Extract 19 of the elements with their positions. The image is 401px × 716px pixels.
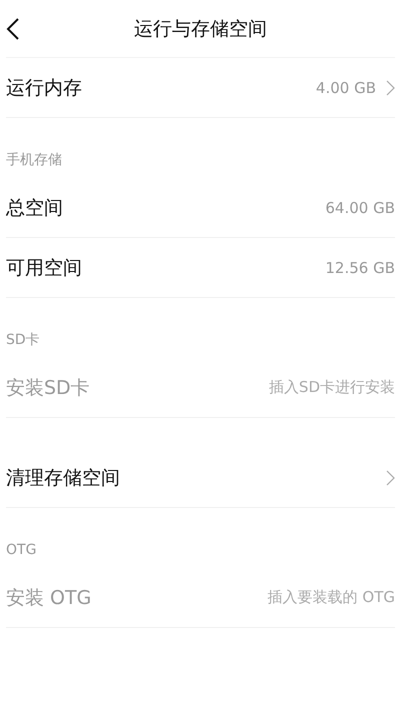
row-label: 清理存储空间 (6, 466, 120, 490)
section-title: OTG (5, 541, 38, 560)
settings-row[interactable]: 清理存储空间 (6, 448, 395, 508)
row-label: 运行内存 (6, 76, 82, 100)
section-title: 手机存储 (5, 151, 63, 170)
row-label: 安装SD卡 (6, 376, 90, 400)
settings-row[interactable]: 可用空间 12.56 GB (6, 238, 395, 298)
row-label: 可用空间 (6, 256, 82, 280)
settings-row[interactable]: 运行内存 4.00 GB (6, 58, 395, 118)
settings-row[interactable]: 总空间 64.00 GB (6, 178, 395, 238)
row-value: 64.00 GB (325, 198, 395, 216)
row-value: 12.56 GB (325, 258, 395, 276)
row-value: 插入要装载的 OTG (268, 588, 395, 607)
row-value: 插入SD卡进行安装 (268, 378, 395, 397)
row-label: 总空间 (6, 196, 63, 220)
row-value: 4.00 GB (316, 78, 376, 96)
row-label: 安装 OTG (6, 586, 92, 610)
page-title: 运行与存储空间 (134, 16, 267, 42)
section-title: SD卡 (5, 331, 41, 350)
